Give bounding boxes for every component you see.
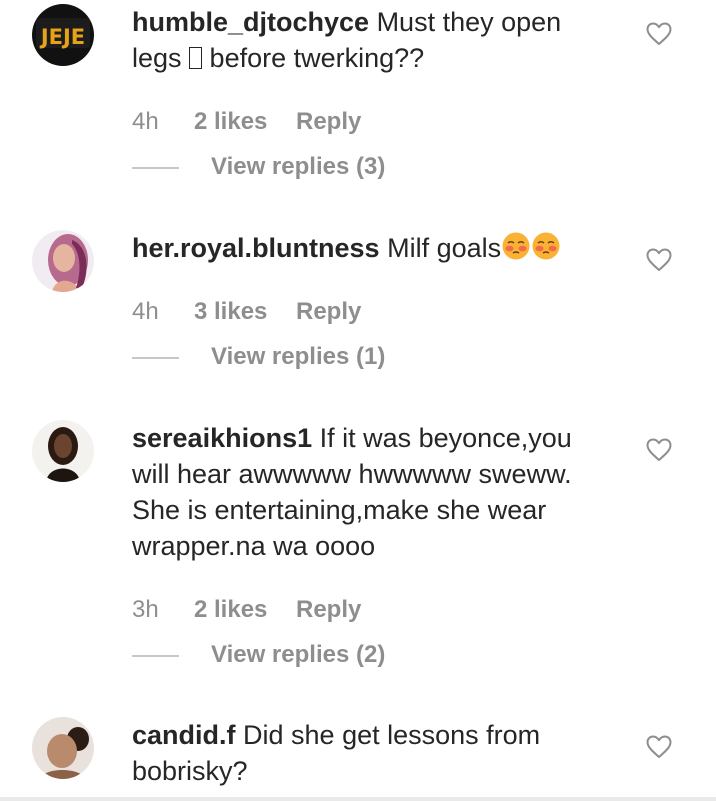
avatar[interactable] <box>32 420 94 482</box>
view-replies-label[interactable]: View replies (2) <box>211 641 385 668</box>
avatar-image <box>32 230 94 292</box>
avatar[interactable]: JEJE <box>32 4 94 66</box>
view-replies[interactable]: View replies (3) <box>132 152 385 182</box>
comment-username[interactable]: her.royal.bluntness <box>132 233 380 263</box>
reply-button[interactable]: Reply <box>296 297 361 327</box>
avatar[interactable] <box>32 230 94 292</box>
avatar-image <box>32 717 94 779</box>
comment-meta: 4h 3 likes Reply <box>132 297 361 327</box>
reply-button[interactable]: Reply <box>296 107 361 137</box>
avatar-image: JEJE <box>32 4 94 66</box>
heart-outline-icon[interactable] <box>646 248 672 272</box>
comment-meta: 3h 2 likes Reply <box>132 595 361 625</box>
avatar-logo-text: JEJE <box>39 25 85 49</box>
bottom-divider <box>0 797 716 801</box>
comment-username[interactable]: humble_djtochyce <box>132 7 369 37</box>
likes-count[interactable]: 2 likes <box>194 595 296 625</box>
comment-body: candid.f Did she get lessons from bobris… <box>132 717 612 789</box>
comment-username[interactable]: candid.f <box>132 720 236 750</box>
comment-body: humble_djtochyce Must they open legs bef… <box>132 4 612 76</box>
comment-meta: 4h 2 likes Reply <box>132 107 361 137</box>
view-replies-label[interactable]: View replies (3) <box>211 153 385 180</box>
comment-time: 3h <box>132 596 159 623</box>
reply-button[interactable]: Reply <box>296 595 361 625</box>
view-replies[interactable]: View replies (2) <box>132 640 385 670</box>
comment-time: 4h <box>132 108 159 135</box>
replies-divider <box>132 166 179 169</box>
comment-body: her.royal.bluntness Milf goals <box>132 230 612 266</box>
flushed-face-emoji-icon <box>532 232 560 260</box>
heart-outline-icon[interactable] <box>646 735 672 759</box>
comment-time: 4h <box>132 298 159 325</box>
heart-outline-icon[interactable] <box>646 438 672 462</box>
view-replies[interactable]: View replies (1) <box>132 342 385 372</box>
heart-outline-icon[interactable] <box>646 22 672 46</box>
avatar[interactable] <box>32 717 94 779</box>
likes-count[interactable]: 2 likes <box>194 107 296 137</box>
comment-text-continued: before twerking?? <box>202 43 425 73</box>
comment-username[interactable]: sereaikhions1 <box>132 423 312 453</box>
comment-body: sereaikhions1 If it was beyonce,you will… <box>132 420 612 564</box>
replies-divider <box>132 654 179 657</box>
flushed-face-emoji-icon <box>502 232 530 260</box>
comment-text: Milf goals <box>379 233 502 263</box>
view-replies-label[interactable]: View replies (1) <box>211 343 385 370</box>
likes-count[interactable]: 3 likes <box>194 297 296 327</box>
avatar-image <box>32 420 94 482</box>
replies-divider <box>132 356 179 359</box>
missing-glyph-icon <box>189 47 203 69</box>
